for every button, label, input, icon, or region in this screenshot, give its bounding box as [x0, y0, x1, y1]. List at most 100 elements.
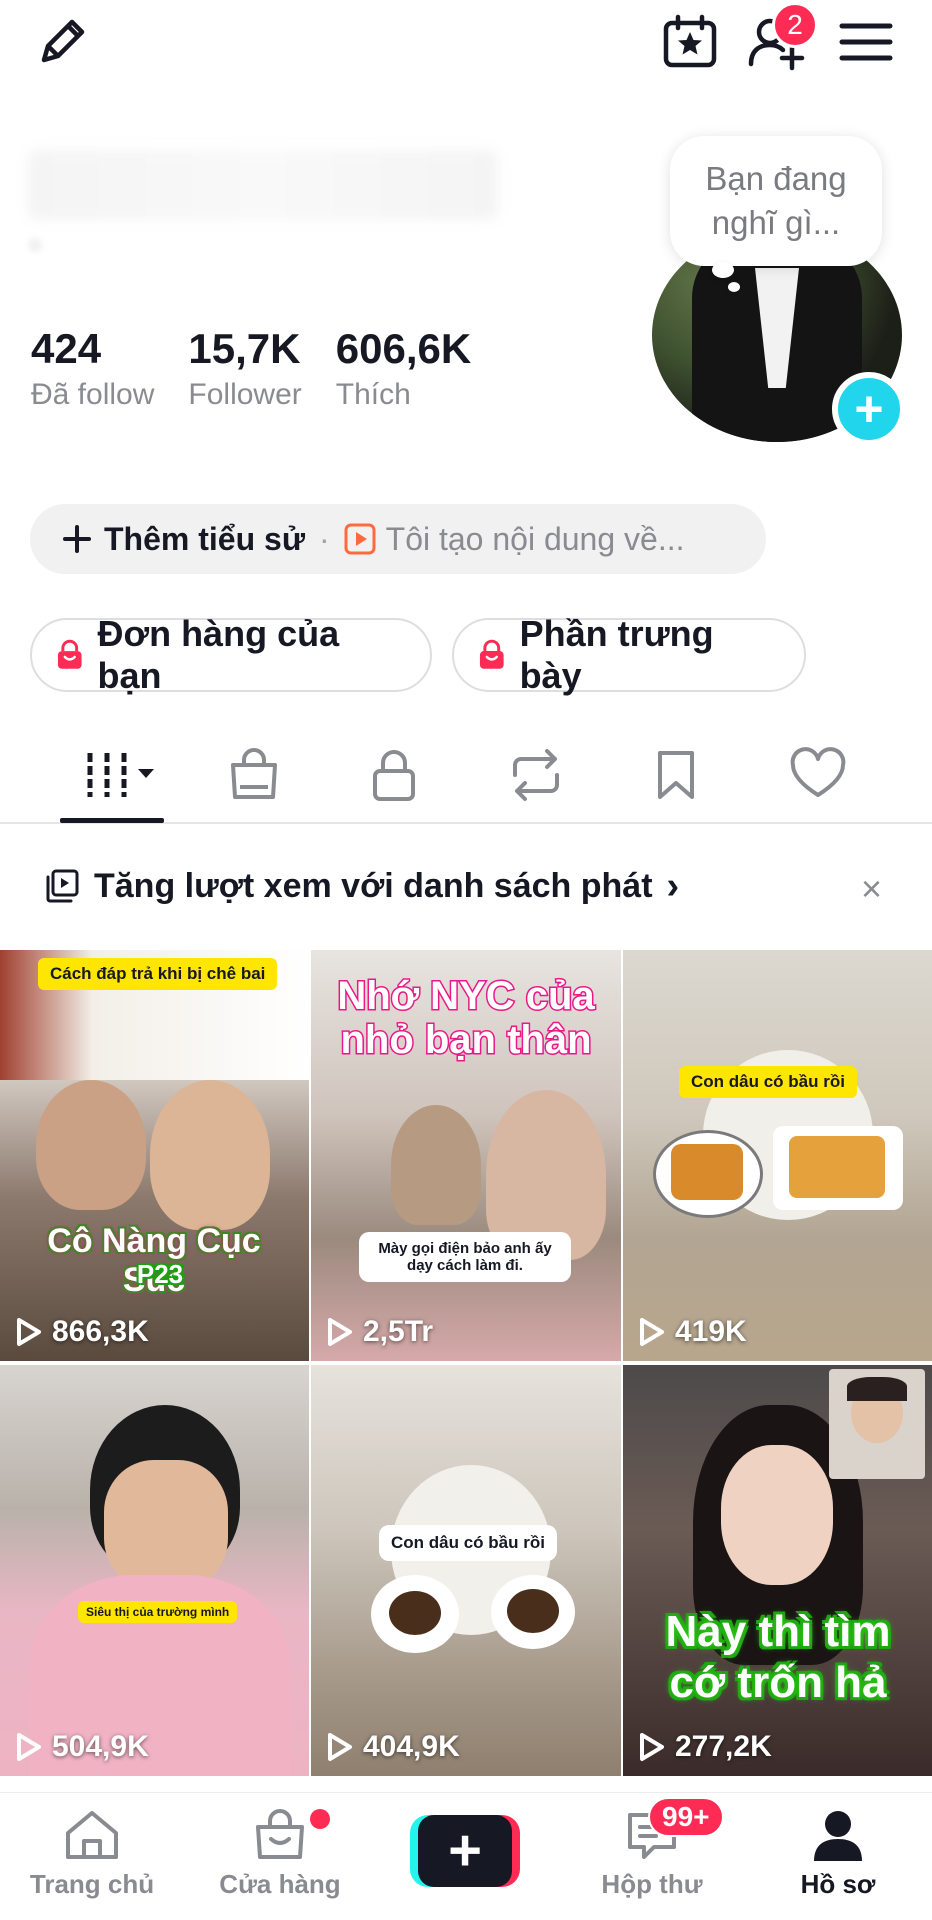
play-icon	[17, 1318, 41, 1346]
add-bio-label: Thêm tiểu sử	[104, 520, 305, 557]
followers-stat[interactable]: 15,7K Follower	[188, 325, 301, 417]
likes-stat[interactable]: 606,6K Thích	[336, 325, 471, 417]
video-tile[interactable]: Con dâu có bầu rồi 404,9K	[311, 1365, 621, 1776]
likes-label: Thích	[335, 378, 411, 411]
video-caption-main: Này thì tìm cớ trốn hả	[665, 1607, 891, 1707]
video-caption-sub: P23	[136, 1259, 184, 1289]
menu-icon[interactable]	[834, 10, 898, 74]
view-count: 504,9K	[16, 1730, 149, 1764]
tab-private[interactable]	[344, 740, 444, 810]
video-play-icon	[344, 523, 376, 555]
nav-shop[interactable]: Cửa hàng	[200, 1807, 360, 1900]
followers-label: Follower	[188, 378, 302, 411]
view-count: 866,3K	[16, 1315, 149, 1349]
thought-bubble[interactable]: Bạn đang nghĩ gì...	[670, 136, 882, 266]
close-icon[interactable]: ×	[861, 868, 882, 910]
food	[671, 1144, 743, 1200]
shop-notification-dot	[310, 1809, 330, 1829]
showcase-label: Phần trưng bày	[519, 613, 714, 696]
video-caption-top: Con dâu có bầu rồi	[679, 1066, 857, 1098]
video-grid: Cách đáp trả khi bị chê bai Cô Nàng Cục …	[0, 950, 932, 1792]
plus-icon	[63, 525, 91, 553]
add-bio-button[interactable]: Thêm tiểu sử · Tôi tạo nội dung về...	[30, 504, 766, 574]
playlist-banner[interactable]: Tăng lượt xem với danh sách phát › ×	[0, 856, 932, 916]
tab-videos[interactable]	[64, 740, 164, 810]
video-tile[interactable]: Con dâu có bầu rồi 419K	[623, 950, 932, 1361]
likes-count: 606,6K	[335, 325, 472, 372]
video-tile[interactable]: Nhớ NYC của nhỏ bạn thân Mày gọi điện bả…	[311, 950, 621, 1361]
orders-label: Đơn hàng của bạn	[97, 613, 340, 696]
video-caption-top: Cách đáp trả khi bị chê bai	[38, 958, 278, 990]
view-count: 419K	[639, 1315, 747, 1349]
play-icon	[640, 1318, 664, 1346]
person-figure	[36, 1080, 146, 1210]
video-tile[interactable]: Siêu thị của trường mình 504,9K	[0, 1365, 309, 1776]
food	[789, 1136, 885, 1198]
video-tile[interactable]: Cách đáp trả khi bị chê bai Cô Nàng Cục …	[0, 950, 309, 1361]
play-icon	[328, 1733, 352, 1761]
person-figure	[150, 1080, 270, 1230]
nav-profile[interactable]: Hồ sơ	[758, 1807, 918, 1900]
create-button[interactable]: +	[410, 1815, 520, 1887]
food	[507, 1589, 559, 1633]
thought-bubble-dot	[712, 262, 734, 278]
following-stat[interactable]: 424 Đã follow	[31, 325, 154, 417]
food	[389, 1591, 441, 1635]
nav-inbox-label: Hộp thư	[601, 1869, 703, 1899]
thought-bubble-dot	[728, 282, 740, 292]
videos-grid-icon	[87, 753, 154, 797]
nav-profile-label: Hồ sơ	[800, 1869, 876, 1899]
bookmark-icon	[658, 751, 694, 799]
profile-tabs	[0, 730, 932, 824]
chevron-right-icon: ›	[666, 864, 680, 907]
pencil-icon[interactable]	[30, 10, 94, 74]
view-count-text: 504,9K	[52, 1730, 149, 1763]
view-count-text: 2,5Tr	[363, 1315, 434, 1348]
following-label: Đã follow	[31, 378, 155, 411]
view-count-text: 277,2K	[675, 1730, 772, 1763]
play-icon	[17, 1733, 41, 1761]
shopping-bag-icon	[256, 1809, 304, 1859]
video-caption-top: Siêu thị của trường mình	[78, 1601, 238, 1623]
inset-video	[829, 1369, 925, 1479]
followers-count: 15,7K	[188, 325, 301, 372]
bottom-navigation: Trang chủ Cửa hàng + Hộp thư 99+ Hồ sơ	[0, 1792, 932, 1920]
orders-button[interactable]: Đơn hàng của bạn	[30, 613, 432, 696]
add-avatar-plus-icon[interactable]: +	[832, 372, 906, 446]
showcase-button[interactable]: Phần trưng bày	[452, 613, 806, 696]
person-figure	[391, 1105, 481, 1225]
video-caption-top: Con dâu có bầu rồi	[379, 1525, 557, 1561]
video-caption-sub: Mày gọi điện bảo anh ấy dạy cách làm đi.	[359, 1232, 571, 1282]
profile-username-blurred	[28, 238, 42, 252]
play-icon	[328, 1318, 352, 1346]
person-face	[721, 1445, 833, 1585]
heart-icon	[790, 747, 846, 797]
lock-icon	[373, 750, 415, 801]
shopping-bag-icon	[57, 639, 82, 669]
profile-name-blurred	[28, 150, 498, 220]
bio-separator: ·	[318, 520, 330, 557]
tab-favorites[interactable]	[626, 740, 726, 810]
video-caption-main: Nhớ NYC của nhỏ bạn thân	[336, 973, 596, 1064]
play-icon	[640, 1733, 664, 1761]
playlist-banner-text: Tăng lượt xem với danh sách phát	[94, 866, 653, 905]
video-tile[interactable]: Này thì tìm cớ trốn hả 277,2K	[623, 1365, 932, 1776]
tab-reposts[interactable]	[486, 740, 586, 810]
notification-badge: 2	[772, 2, 818, 48]
nav-home[interactable]: Trang chủ	[12, 1807, 172, 1900]
view-count-text: 419K	[675, 1315, 747, 1348]
top-bar: 2	[0, 0, 932, 90]
profile-stats: 424 Đã follow 15,7K Follower 606,6K Thíc…	[31, 325, 471, 417]
tab-shop[interactable]	[204, 740, 304, 810]
view-count: 2,5Tr	[327, 1315, 433, 1349]
person-face	[104, 1460, 228, 1590]
tab-liked[interactable]	[768, 740, 868, 810]
nav-home-label: Trang chủ	[29, 1869, 155, 1899]
following-count: 424	[31, 325, 102, 372]
bio-hint: Tôi tạo nội dung về...	[385, 520, 685, 557]
inset-hair	[847, 1377, 907, 1401]
view-count: 404,9K	[327, 1730, 460, 1764]
repost-icon	[513, 749, 559, 801]
calendar-star-icon[interactable]	[658, 10, 722, 74]
playlist-icon	[46, 869, 79, 903]
